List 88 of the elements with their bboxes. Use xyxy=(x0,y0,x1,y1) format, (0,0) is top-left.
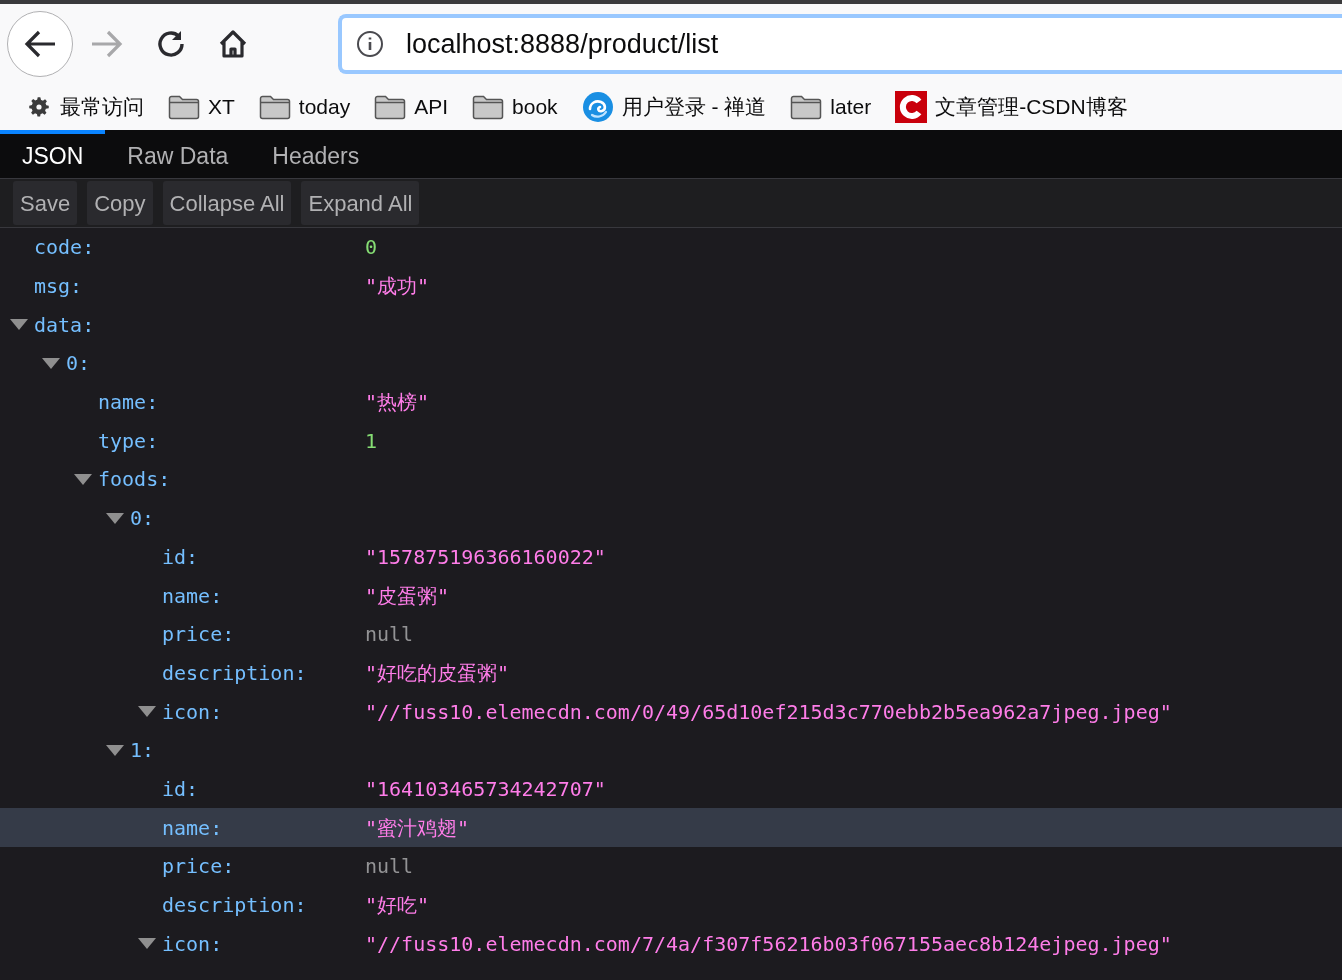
expanded-caret-icon[interactable] xyxy=(138,706,156,718)
json-row[interactable]: description: "好吃的皮蛋粥" xyxy=(0,653,1342,693)
json-key: type: xyxy=(98,425,159,456)
json-key: price: xyxy=(162,851,235,882)
toolbar-button[interactable]: Copy xyxy=(87,181,153,225)
reload-icon xyxy=(155,28,187,60)
bookmark-item[interactable]: later xyxy=(790,91,872,123)
json-row[interactable]: 0: xyxy=(0,498,1342,538)
json-key: id: xyxy=(162,541,199,572)
json-value: "157875196366160022" xyxy=(365,543,606,571)
expanded-caret-icon[interactable] xyxy=(74,473,92,485)
json-key: name: xyxy=(98,387,159,418)
json-key: icon: xyxy=(162,696,223,727)
expanded-caret-icon[interactable] xyxy=(106,744,124,756)
csdn-logo-icon xyxy=(895,91,928,123)
json-key: id: xyxy=(162,773,199,804)
json-value: null xyxy=(365,621,414,649)
toolbar-button[interactable]: Save xyxy=(13,181,78,225)
folder-icon xyxy=(472,94,505,120)
json-value: 1 xyxy=(365,427,378,455)
json-row[interactable]: 1: xyxy=(0,730,1342,770)
json-value: 0 xyxy=(365,234,378,262)
bookmark-item[interactable]: XT xyxy=(168,91,235,123)
folder-icon xyxy=(258,94,291,120)
json-key: 1: xyxy=(130,735,155,766)
forward-arrow-icon xyxy=(90,29,124,59)
json-row[interactable]: type: 1 xyxy=(0,421,1342,461)
json-value: "成功" xyxy=(365,273,430,301)
expanded-caret-icon[interactable] xyxy=(42,357,60,369)
json-key: 0: xyxy=(130,503,155,534)
folder-icon xyxy=(790,94,823,120)
json-value: "164103465734242707" xyxy=(365,775,606,803)
json-value: "皮蛋粥" xyxy=(365,582,450,610)
json-row[interactable]: id: "164103465734242707" xyxy=(0,769,1342,809)
json-key: foods: xyxy=(98,464,171,495)
json-row[interactable]: icon: "//fuss10.elemecdn.com/7/4a/f307f56216b03f067155aec8b124ejpeg.jpeg" xyxy=(0,924,1342,964)
toolbar-button[interactable]: Collapse All xyxy=(162,181,292,225)
json-row[interactable]: data: xyxy=(0,305,1342,345)
folder-icon xyxy=(374,94,407,120)
expanded-caret-icon[interactable] xyxy=(138,938,156,950)
json-row[interactable]: name: "蜜汁鸡翅" xyxy=(0,808,1342,847)
expanded-caret-icon[interactable] xyxy=(10,319,28,331)
json-row[interactable]: description: "好吃" xyxy=(0,885,1342,925)
json-key: description: xyxy=(162,657,307,688)
bookmark-item[interactable]: 最常访问 xyxy=(26,91,144,123)
expanded-caret-icon[interactable] xyxy=(106,512,124,524)
folder-icon xyxy=(168,94,200,120)
json-row[interactable]: foods: xyxy=(0,460,1342,499)
json-key: name: xyxy=(162,580,223,611)
json-key: price: xyxy=(162,619,235,650)
bookmark-item[interactable]: today xyxy=(258,91,351,123)
bookmark-item[interactable]: 用户登录 - 禅道 xyxy=(581,91,767,123)
json-key: data: xyxy=(34,309,95,340)
json-row[interactable]: price: null xyxy=(0,614,1342,654)
url-text: localhost:8888/product/list xyxy=(406,27,719,61)
json-row[interactable]: price: null xyxy=(0,847,1342,886)
json-key: code: xyxy=(34,232,95,263)
json-key: description: xyxy=(162,890,307,921)
json-value: null xyxy=(365,853,414,881)
json-value: "//fuss10.elemecdn.com/0/49/65d10ef215d3c770ebb2b5ea962a7jpeg.jpeg" xyxy=(365,698,1172,726)
json-key: 0: xyxy=(66,348,91,379)
tab[interactable]: Headers xyxy=(250,130,382,178)
settings-icon xyxy=(26,94,52,120)
json-key: name: xyxy=(162,812,223,843)
json-value: "热榜" xyxy=(365,389,430,417)
json-row[interactable]: name: "热榜" xyxy=(0,382,1342,422)
json-row[interactable]: code: 0 xyxy=(0,228,1342,267)
json-value: "//fuss10.elemecdn.com/7/4a/f307f56216b03f067155aec8b124ejpeg.jpeg" xyxy=(365,930,1172,958)
json-key: icon: xyxy=(162,928,223,959)
json-value: "好吃的皮蛋粥" xyxy=(365,659,510,687)
back-arrow-icon xyxy=(23,29,57,59)
tab[interactable]: Raw Data xyxy=(105,130,251,178)
home-icon xyxy=(217,28,249,60)
json-row[interactable]: icon: "//fuss10.elemecdn.com/0/49/65d10ef215d3c770ebb2b5ea962a7jpeg.jpeg" xyxy=(0,692,1342,731)
json-row[interactable]: 0: xyxy=(0,344,1342,383)
toolbar-button[interactable]: Expand All xyxy=(301,181,420,225)
json-value: "蜜汁鸡翅" xyxy=(365,814,470,842)
bookmark-item[interactable]: API xyxy=(374,91,449,123)
bookmark-item[interactable]: book xyxy=(472,91,558,123)
json-value: "好吃" xyxy=(365,892,430,920)
json-row[interactable]: msg: "成功" xyxy=(0,266,1342,306)
swirl-logo-icon xyxy=(581,91,614,123)
json-key: msg: xyxy=(34,271,83,302)
info-icon xyxy=(356,30,384,58)
address-bar[interactable]: localhost:8888/product/list xyxy=(338,14,1342,74)
bookmark-item[interactable]: 文章管理-CSDN博客 xyxy=(895,91,1128,123)
json-row[interactable]: id: "157875196366160022" xyxy=(0,537,1342,577)
json-row[interactable]: name: "皮蛋粥" xyxy=(0,576,1342,615)
